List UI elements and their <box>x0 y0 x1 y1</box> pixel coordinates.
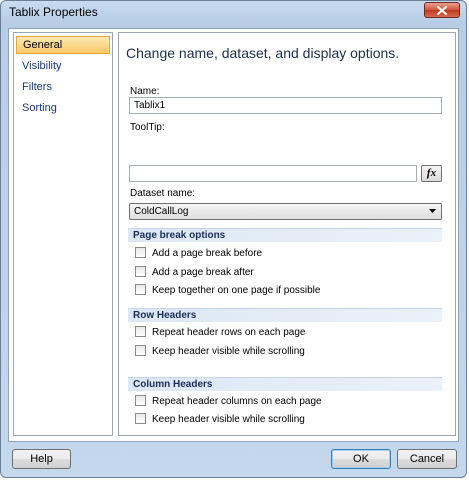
window-title: Tablix Properties <box>9 5 98 19</box>
page-break-section-header: Page break options <box>128 228 442 242</box>
column-header-visible-label: Keep header visible while scrolling <box>152 414 305 425</box>
column-header-visible-option[interactable]: Keep header visible while scrolling <box>135 412 305 426</box>
nav-item-general[interactable]: General <box>16 36 110 54</box>
row-header-visible-checkbox[interactable] <box>135 344 146 356</box>
name-field[interactable] <box>129 97 442 114</box>
row-header-visible-label: Keep header visible while scrolling <box>152 346 305 357</box>
nav-item-sorting[interactable]: Sorting <box>16 99 110 117</box>
repeat-header-rows-label: Repeat header rows on each page <box>152 327 306 338</box>
ok-button[interactable]: OK <box>331 449 391 469</box>
keep-together-checkbox[interactable] <box>135 283 146 295</box>
page-break-before-label: Add a page break before <box>152 248 263 259</box>
row-header-visible-option[interactable]: Keep header visible while scrolling <box>135 344 305 358</box>
page-break-after-option[interactable]: Add a page break after <box>135 265 254 279</box>
page-break-after-label: Add a page break after <box>152 267 254 278</box>
nav-item-visibility[interactable]: Visibility <box>16 57 110 75</box>
page-heading: Change name, dataset, and display option… <box>126 45 400 61</box>
repeat-header-rows-option[interactable]: Repeat header rows on each page <box>135 325 306 339</box>
tooltip-expression-button[interactable]: fx <box>421 165 442 182</box>
repeat-header-columns-checkbox[interactable] <box>135 394 146 406</box>
repeat-header-rows-checkbox[interactable] <box>135 325 146 337</box>
title-bar[interactable]: Tablix Properties <box>1 1 466 23</box>
keep-together-label: Keep together on one page if possible <box>152 285 321 296</box>
dataset-select-value: ColdCallLog <box>134 206 189 217</box>
keep-together-option[interactable]: Keep together on one page if possible <box>135 283 321 297</box>
dataset-label: Dataset name: <box>130 188 196 199</box>
page-break-after-checkbox[interactable] <box>135 265 146 277</box>
repeat-header-columns-option[interactable]: Repeat header columns on each page <box>135 394 322 408</box>
close-icon <box>437 6 447 15</box>
nav-pane: General Visibility Filters Sorting <box>13 32 113 436</box>
column-headers-section-header: Column Headers <box>128 377 442 391</box>
general-page: Change name, dataset, and display option… <box>118 32 456 436</box>
page-break-before-option[interactable]: Add a page break before <box>135 246 263 260</box>
repeat-header-columns-label: Repeat header columns on each page <box>152 396 322 407</box>
dialog-body: General Visibility Filters Sorting Chang… <box>8 28 459 442</box>
close-button[interactable] <box>424 2 460 18</box>
column-header-visible-checkbox[interactable] <box>135 412 146 424</box>
dataset-select[interactable]: ColdCallLog <box>129 203 442 220</box>
nav-item-filters[interactable]: Filters <box>16 78 110 96</box>
tooltip-field[interactable] <box>129 165 417 182</box>
dialog-window: Tablix Properties General Visibility Fil… <box>0 0 467 478</box>
tooltip-label: ToolTip: <box>130 122 165 133</box>
chevron-down-icon <box>429 209 436 213</box>
cancel-button[interactable]: Cancel <box>397 449 457 469</box>
help-button[interactable]: Help <box>12 449 71 469</box>
row-headers-section-header: Row Headers <box>128 308 442 322</box>
name-label: Name: <box>130 86 160 97</box>
page-break-before-checkbox[interactable] <box>135 246 146 258</box>
